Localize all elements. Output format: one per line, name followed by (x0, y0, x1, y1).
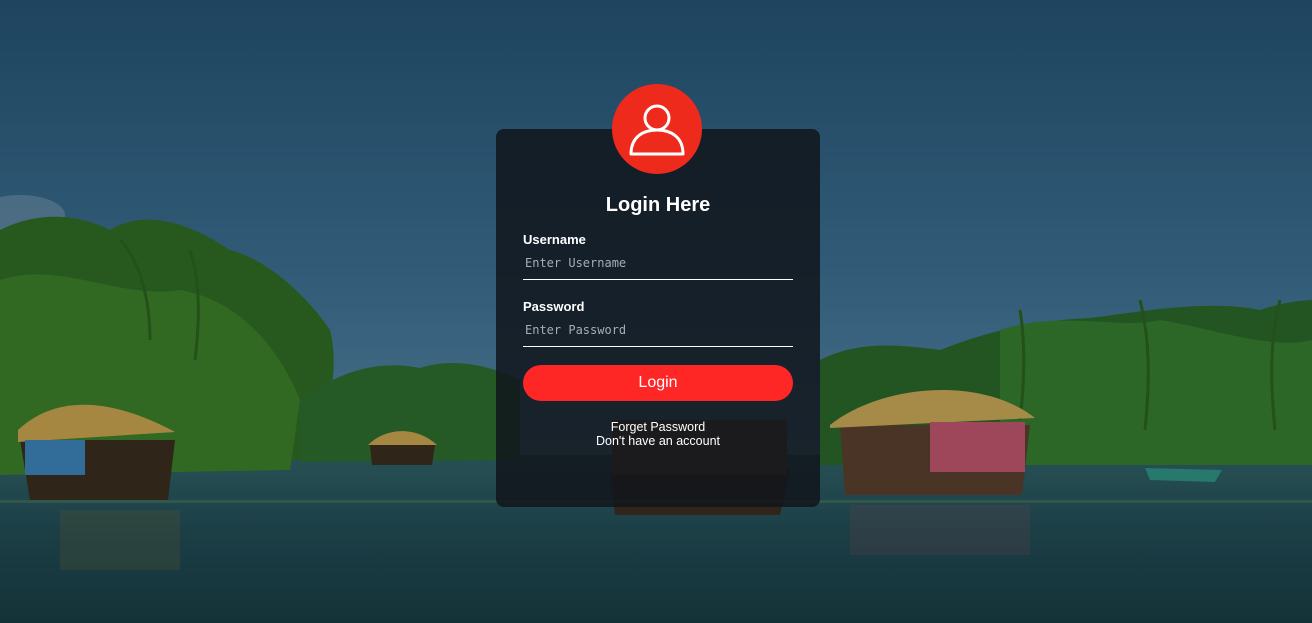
user-icon (629, 104, 685, 156)
account-links: Forget Password Don't have an account (523, 420, 793, 448)
no-account-link[interactable]: Don't have an account (523, 434, 793, 448)
login-button[interactable]: Login (523, 365, 793, 401)
password-label: Password (523, 299, 585, 314)
username-label: Username (523, 232, 586, 247)
login-card: Login Here Username Password Login Forge… (496, 84, 820, 507)
forget-password-link[interactable]: Forget Password (523, 420, 793, 434)
password-input[interactable] (523, 316, 793, 347)
username-input[interactable] (523, 249, 793, 280)
avatar (612, 84, 702, 174)
